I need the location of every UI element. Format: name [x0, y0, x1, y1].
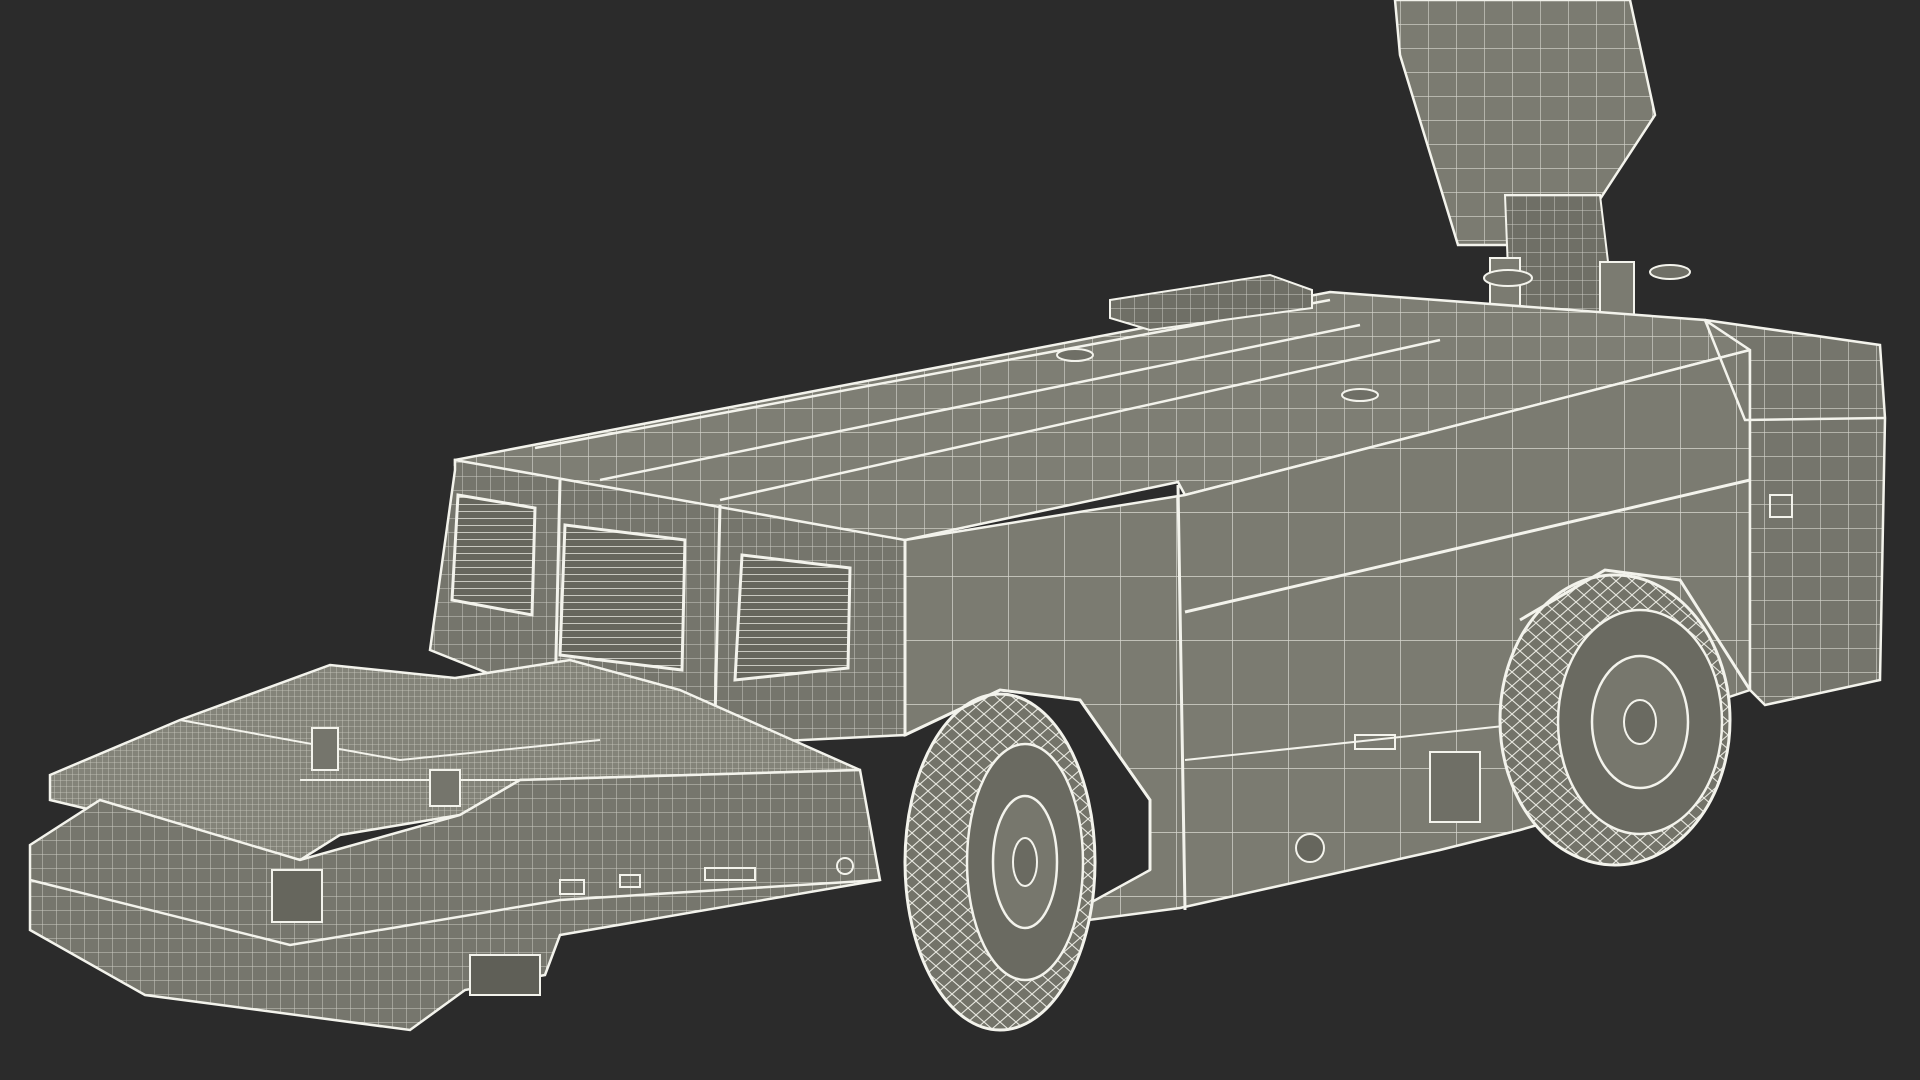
- front-grille: [558, 523, 687, 672]
- left-cab-window: [450, 493, 537, 617]
- render-viewport: [0, 0, 1920, 1080]
- rear-wheel: [1498, 573, 1732, 867]
- front-wheel: [903, 692, 1097, 1032]
- right-cab-window: [733, 553, 852, 682]
- antenna-mount: [1489, 194, 1635, 321]
- vehicle-wireframe-render: [28, 0, 1887, 1032]
